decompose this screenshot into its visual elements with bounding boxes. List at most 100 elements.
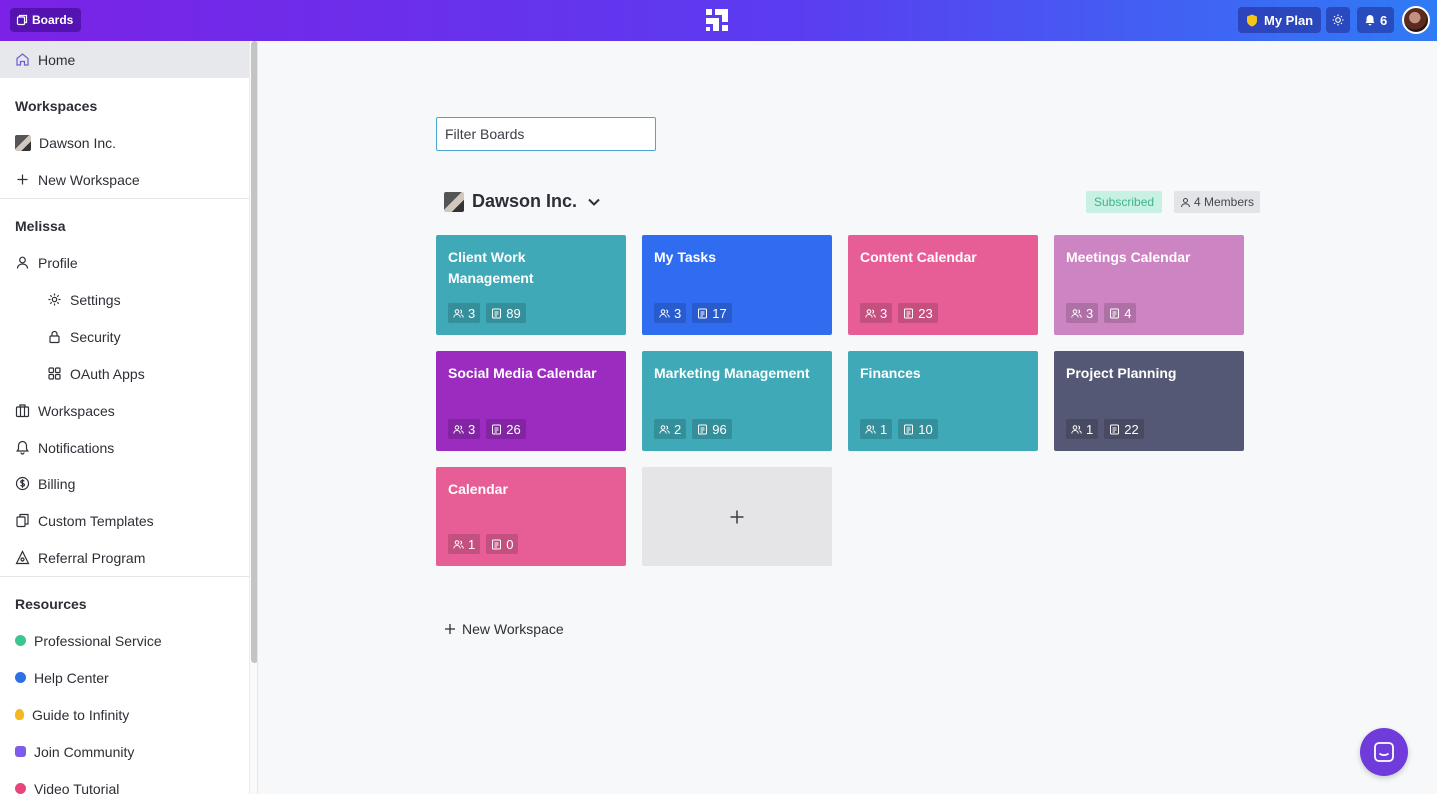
members-button[interactable]: 4 Members [1174,191,1261,213]
sidebar-item-label: Profile [38,254,78,271]
shield-icon [1247,14,1257,26]
support-chat-button[interactable] [1360,728,1408,776]
sidebar-item-label: Notifications [38,439,115,456]
board-title: Project Planning [1066,365,1177,381]
sidebar-item-label: Settings [70,291,121,308]
scrollbar-thumb[interactable] [251,41,257,663]
board-title: Marketing Management [654,365,810,381]
user-avatar[interactable] [1402,6,1430,34]
board-card[interactable]: My Tasks 3 17 [642,235,832,335]
sidebar-item-label: Dawson Inc. [39,134,117,151]
board-title: My Tasks [654,249,716,265]
professional-service-icon [15,635,26,646]
members-icon [1071,308,1082,319]
board-stats: 34 [1066,303,1137,323]
dollar-icon [15,476,30,491]
board-stats: 3 17 [654,303,732,323]
document-icon [491,539,502,550]
app-logo-icon[interactable] [703,6,731,34]
members-count-badge: 1 [860,419,893,439]
members-icon [865,424,876,435]
apps-grid-icon [48,367,61,380]
sidebar-item-video-tutorial[interactable]: Video Tutorial [15,770,119,794]
sidebar: Home Workspaces Dawson Inc. New Workspac… [0,41,258,794]
sidebar-item-label: Referral Program [38,549,146,566]
document-icon [491,424,502,435]
items-count-badge: 22 [1104,419,1144,439]
items-count: 89 [506,305,521,321]
sidebar-item-new-workspace[interactable]: New Workspace [15,161,140,198]
chat-icon [1374,742,1394,762]
sidebar-item-dawson-inc[interactable]: Dawson Inc. [15,124,116,161]
items-count: 0 [506,536,514,552]
sidebar-item-security[interactable]: Security [47,318,121,355]
members-count: 3 [880,305,888,321]
sidebar-item-settings[interactable]: Settings [47,281,121,318]
items-count-badge: 89 [486,303,526,323]
items-count-badge: 4 [1104,303,1137,323]
sidebar-item-professional-service[interactable]: Professional Service [15,622,162,659]
sidebar-item-oauth-apps[interactable]: OAuth Apps [47,355,145,392]
members-count-badge: 1 [448,534,481,554]
document-icon [903,424,914,435]
board-card[interactable]: Marketing Management 2 96 [642,351,832,451]
add-board-button[interactable] [642,467,832,566]
sidebar-item-workspaces[interactable]: Workspaces [15,392,115,429]
subscribed-badge: Subscribed [1086,191,1163,213]
members-count: 3 [468,305,476,321]
members-count-badge: 1 [1066,419,1099,439]
sidebar-item-label: Video Tutorial [34,780,120,794]
sidebar-item-label: Home [38,51,76,68]
sidebar-item-join-community[interactable]: Join Community [15,733,134,770]
my-plan-button[interactable]: My Plan [1238,7,1322,33]
workspace-avatar [444,191,464,212]
sidebar-item-home[interactable]: Home [0,41,249,78]
board-card[interactable]: Client Work Management 3 89 [436,235,626,335]
bell-icon [1365,15,1375,26]
board-card[interactable]: Content Calendar 3 23 [848,235,1038,335]
boards-label: Boards [32,13,74,27]
sun-icon [1332,14,1344,26]
new-workspace-button[interactable]: New Workspace [444,619,564,639]
sidebar-item-label: Security [70,328,121,345]
items-count-badge: 17 [692,303,732,323]
sidebar-item-referral-program[interactable]: Referral Program [15,539,145,576]
members-count: 3 [674,305,682,321]
members-label: 4 Members [1194,195,1255,209]
sidebar-item-custom-templates[interactable]: Custom Templates [15,502,154,539]
sidebar-scrollbar[interactable] [249,41,257,794]
user-icon [1181,197,1190,207]
document-icon [697,308,708,319]
members-count-badge: 2 [654,419,687,439]
sidebar-item-label: Professional Service [34,632,162,649]
board-card[interactable]: Meetings Calendar 3 4 [1054,235,1244,335]
sidebar-item-profile[interactable]: Profile [15,244,78,281]
items-count: 26 [506,421,521,437]
members-count-badge: 3 [448,303,481,323]
sidebar-item-billing[interactable]: Billing [15,465,75,502]
members-count: 1 [468,536,476,552]
board-card[interactable]: Calendar 1 0 [436,467,626,566]
plus-icon [445,624,455,634]
workspace-header[interactable]: Dawson Inc. [444,191,603,212]
chevron-down-icon[interactable] [585,193,603,211]
sidebar-item-help-center[interactable]: Help Center [15,659,109,696]
sidebar-item-guide-to-infinity[interactable]: Guide to Infinity [15,696,129,733]
divider [0,576,249,577]
notifications-button[interactable]: 6 [1357,7,1395,33]
sidebar-item-notifications[interactable]: Notifications [15,429,114,466]
plus-icon [730,510,744,523]
board-card[interactable]: Project Planning 1 22 [1054,351,1244,451]
board-card[interactable]: Finances 1 10 [848,351,1038,451]
document-icon [697,424,708,435]
filter-boards-input[interactable] [436,117,656,151]
board-stats: 10 [448,534,519,554]
items-count: 22 [1124,421,1139,437]
new-workspace-label: New Workspace [462,621,564,637]
boards-button[interactable]: Boards [10,8,82,32]
board-card[interactable]: Social Media Calendar 3 26 [436,351,626,451]
members-icon [453,424,464,435]
document-icon [1109,308,1120,319]
divider [0,198,249,199]
theme-toggle-button[interactable] [1326,7,1350,33]
